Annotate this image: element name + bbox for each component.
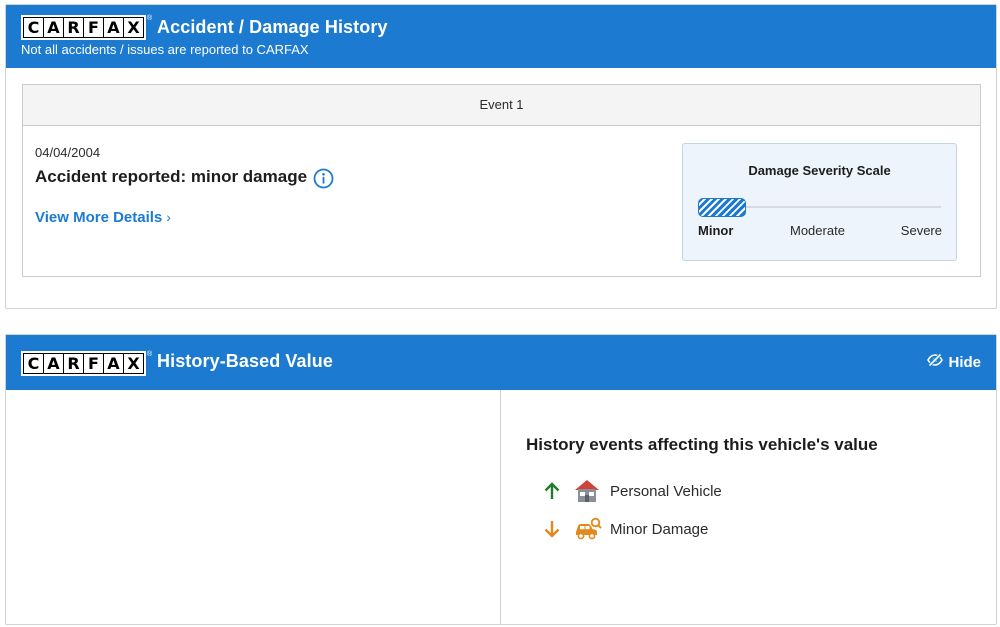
event-panel: Event 1 04/04/2004 Accident reported: mi…	[22, 84, 981, 277]
logo-letter: C	[24, 18, 43, 37]
list-item: Minor Damage	[538, 516, 708, 542]
list-item: Personal Vehicle	[538, 478, 722, 504]
value-chart-area	[6, 390, 501, 624]
logo-registered-mark: ®	[147, 15, 153, 22]
card-subtitle: Not all accidents / issues are reported …	[21, 42, 309, 57]
severity-level-minor: Minor	[698, 223, 734, 238]
arrow-up-icon	[538, 481, 566, 501]
value-card-header: C A R F A X ® History-Based Value Hide	[6, 335, 996, 390]
logo-registered-mark: ®	[147, 351, 153, 358]
event-label: Personal Vehicle	[610, 482, 722, 500]
carfax-logo-box: C A R F A X	[21, 351, 146, 376]
view-more-label: View More Details	[35, 209, 163, 226]
house-icon	[574, 479, 604, 503]
card-title: Accident / Damage History	[157, 17, 388, 37]
view-more-details-link[interactable]: View More Details ›	[35, 209, 171, 226]
logo-letter: X	[124, 354, 143, 373]
eye-slash-icon	[927, 352, 944, 371]
accident-history-card: C A R F A X ® Accident / Damage History …	[5, 4, 997, 309]
accident-card-header: C A R F A X ® Accident / Damage History …	[6, 5, 996, 68]
event-title: Accident reported: minor damage	[35, 167, 308, 186]
info-icon[interactable]	[313, 168, 334, 194]
event-date: 04/04/2004	[35, 145, 101, 160]
events-title: History events affecting this vehicle's …	[526, 435, 878, 454]
logo-letter: F	[84, 354, 103, 373]
severity-level-severe: Severe	[900, 223, 942, 238]
damage-severity-scale: Damage Severity Scale Minor Moderate Sev…	[682, 143, 957, 261]
hide-button[interactable]: Hide	[927, 352, 981, 371]
car-damage-icon	[574, 517, 604, 541]
value-events-panel: History events affecting this vehicle's …	[502, 390, 996, 624]
arrow-down-icon	[538, 519, 566, 539]
severity-level-moderate: Moderate	[790, 223, 845, 238]
carfax-logo-box: C A R F A X	[21, 15, 146, 40]
card-title: History-Based Value	[157, 351, 333, 371]
event-label: Minor Damage	[610, 520, 709, 538]
logo-letter: F	[84, 18, 103, 37]
severity-indicator	[698, 198, 746, 217]
logo-letter: A	[44, 18, 63, 37]
logo-letter: A	[44, 354, 63, 373]
severity-title: Damage Severity Scale	[748, 163, 891, 178]
carfax-logo: C A R F A X ®	[21, 351, 152, 376]
hide-label: Hide	[948, 353, 981, 371]
logo-letter: X	[124, 18, 143, 37]
logo-letter: A	[104, 354, 123, 373]
chevron-right-icon: ›	[166, 209, 171, 225]
logo-letter: A	[104, 18, 123, 37]
logo-letter: R	[64, 18, 83, 37]
logo-letter: R	[64, 354, 83, 373]
event-heading: Event 1	[23, 85, 980, 126]
carfax-logo: C A R F A X ®	[21, 15, 152, 40]
logo-letter: C	[24, 354, 43, 373]
history-based-value-card: C A R F A X ® History-Based Value Hide H…	[5, 334, 997, 625]
